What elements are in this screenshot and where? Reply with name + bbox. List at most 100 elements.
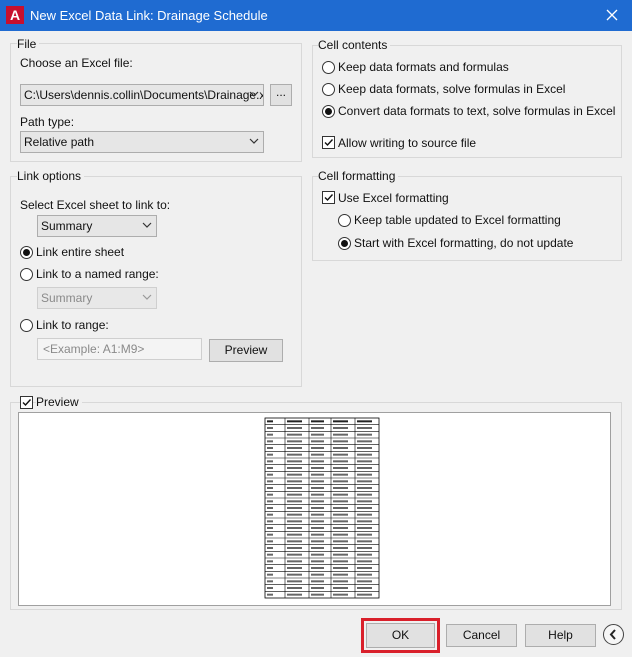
preview-table-cell-mark: [333, 527, 348, 529]
preview-table-cell-mark: [311, 553, 324, 556]
sheet-select[interactable]: Summary: [37, 215, 157, 237]
allow-writing-checkbox[interactable]: [322, 136, 335, 149]
preview-checkbox[interactable]: [20, 396, 33, 409]
path-type-combo[interactable]: Relative path: [20, 131, 264, 153]
preview-table-cell-mark: [267, 560, 273, 563]
use-excel-formatting-checkbox[interactable]: [322, 191, 335, 204]
cell-formatting-legend: Cell formatting: [318, 169, 399, 183]
file-path-combo[interactable]: C:\Users\dennis.collin\Documents\Drainag…: [20, 84, 264, 106]
preview-table-cell-mark: [311, 440, 324, 443]
keep-table-updated-label: Keep table updated to Excel formatting: [354, 213, 561, 227]
convert-to-text-radio[interactable]: [322, 105, 335, 118]
preview-table-cell-mark: [287, 473, 302, 476]
select-sheet-label: Select Excel sheet to link to:: [20, 198, 171, 212]
preview-table-cell-mark: [287, 547, 302, 549]
preview-table-cell-mark: [357, 420, 372, 423]
link-to-range-radio[interactable]: [20, 319, 33, 332]
preview-table-cell-mark: [267, 580, 273, 583]
preview-table-cell-mark: [333, 593, 348, 596]
preview-table-cell-mark: [333, 533, 348, 536]
preview-table-cell-mark: [287, 540, 302, 543]
preview-table-cell-mark: [287, 440, 302, 443]
link-entire-sheet-radio[interactable]: [20, 246, 33, 259]
preview-table-cell-mark: [333, 500, 348, 503]
preview-table-cell-mark: [333, 420, 348, 423]
preview-table-cell-mark: [287, 453, 302, 456]
preview-table-cell-mark: [267, 420, 273, 423]
preview-table-cell-mark: [287, 560, 302, 563]
preview-table-cell-mark: [311, 427, 324, 429]
preview-table-cell-mark: [333, 587, 348, 589]
keep-table-updated-radio[interactable]: [338, 214, 351, 227]
preview-table-cell-mark: [267, 573, 273, 576]
link-to-range-label: Link to range:: [36, 318, 109, 332]
link-named-range-radio[interactable]: [20, 268, 33, 281]
collapse-button[interactable]: [603, 624, 624, 645]
preview-table-cell-mark: [357, 480, 372, 483]
range-input[interactable]: <Example: A1:M9>: [37, 338, 202, 360]
preview-table-cell-mark: [357, 593, 372, 596]
preview-table-cell-mark: [311, 540, 324, 543]
preview-table-cell-mark: [311, 487, 324, 489]
path-type-value: Relative path: [24, 135, 95, 149]
help-button[interactable]: Help: [525, 624, 596, 647]
preview-table-cell-mark: [357, 573, 372, 576]
preview-table-cell-mark: [311, 453, 324, 456]
preview-table-cell-mark: [333, 487, 348, 489]
checkmark-icon: [22, 399, 32, 407]
preview-table-cell-mark: [287, 427, 302, 429]
chevron-down-icon: [249, 138, 259, 144]
autocad-app-icon: A: [6, 6, 24, 24]
preview-table-cell-mark: [333, 427, 348, 429]
keep-formats-formulas-radio[interactable]: [322, 61, 335, 74]
file-path-value: C:\Users\dennis.collin\Documents\Drainag…: [24, 88, 264, 102]
preview-table-cell-mark: [357, 473, 372, 476]
preview-table-cell-mark: [287, 580, 302, 583]
named-range-select[interactable]: Summary: [37, 287, 157, 309]
checkmark-icon: [324, 194, 334, 202]
preview-table-cell-mark: [357, 580, 372, 583]
preview-table-cell-mark: [267, 453, 273, 456]
link-named-range-label: Link to a named range:: [36, 267, 159, 281]
start-with-excel-radio[interactable]: [338, 237, 351, 250]
preview-table-cell-mark: [357, 520, 372, 523]
preview-table-cell-mark: [333, 567, 348, 569]
preview-table-cell-mark: [287, 500, 302, 503]
chevron-down-icon: [142, 294, 152, 300]
preview-table-cell-mark: [357, 587, 372, 589]
preview-table-cell-mark: [357, 493, 372, 496]
preview-table-cell-mark: [311, 473, 324, 476]
preview-table-cell-mark: [333, 580, 348, 583]
preview-table-cell-mark: [267, 467, 273, 469]
preview-table-cell-mark: [267, 493, 273, 496]
keep-formats-solve-radio[interactable]: [322, 83, 335, 96]
preview-table-cell-mark: [267, 567, 273, 569]
preview-table-cell-mark: [311, 547, 324, 549]
preview-table-cell-mark: [333, 447, 348, 449]
link-entire-sheet-label: Link entire sheet: [36, 245, 125, 259]
preview-table-cell-mark: [311, 447, 324, 449]
preview-button[interactable]: Preview: [209, 339, 283, 362]
preview-table-cell-mark: [357, 447, 372, 449]
preview-table-cell-mark: [357, 540, 372, 543]
preview-table-cell-mark: [333, 560, 348, 563]
preview-table-cell-mark: [311, 507, 324, 509]
preview-table-cell-mark: [287, 507, 302, 509]
preview-table-cell-mark: [357, 500, 372, 503]
preview-table-cell-mark: [267, 587, 273, 589]
link-options-legend: Link options: [17, 169, 85, 183]
preview-table-cell-mark: [267, 427, 273, 429]
browse-button[interactable]: ...: [270, 84, 292, 106]
preview-table-cell-mark: [267, 460, 273, 463]
preview-table-cell-mark: [267, 507, 273, 509]
close-button[interactable]: [592, 0, 632, 31]
preview-table-cell-mark: [311, 460, 324, 463]
preview-table-cell-mark: [287, 587, 302, 589]
preview-table-cell-mark: [357, 440, 372, 443]
preview-table-cell-mark: [287, 480, 302, 483]
preview-table-cell-mark: [357, 487, 372, 489]
cancel-button[interactable]: Cancel: [446, 624, 517, 647]
preview-table-cell-mark: [357, 533, 372, 536]
ok-button-highlight: [361, 618, 440, 653]
preview-table-cell-mark: [311, 467, 324, 469]
